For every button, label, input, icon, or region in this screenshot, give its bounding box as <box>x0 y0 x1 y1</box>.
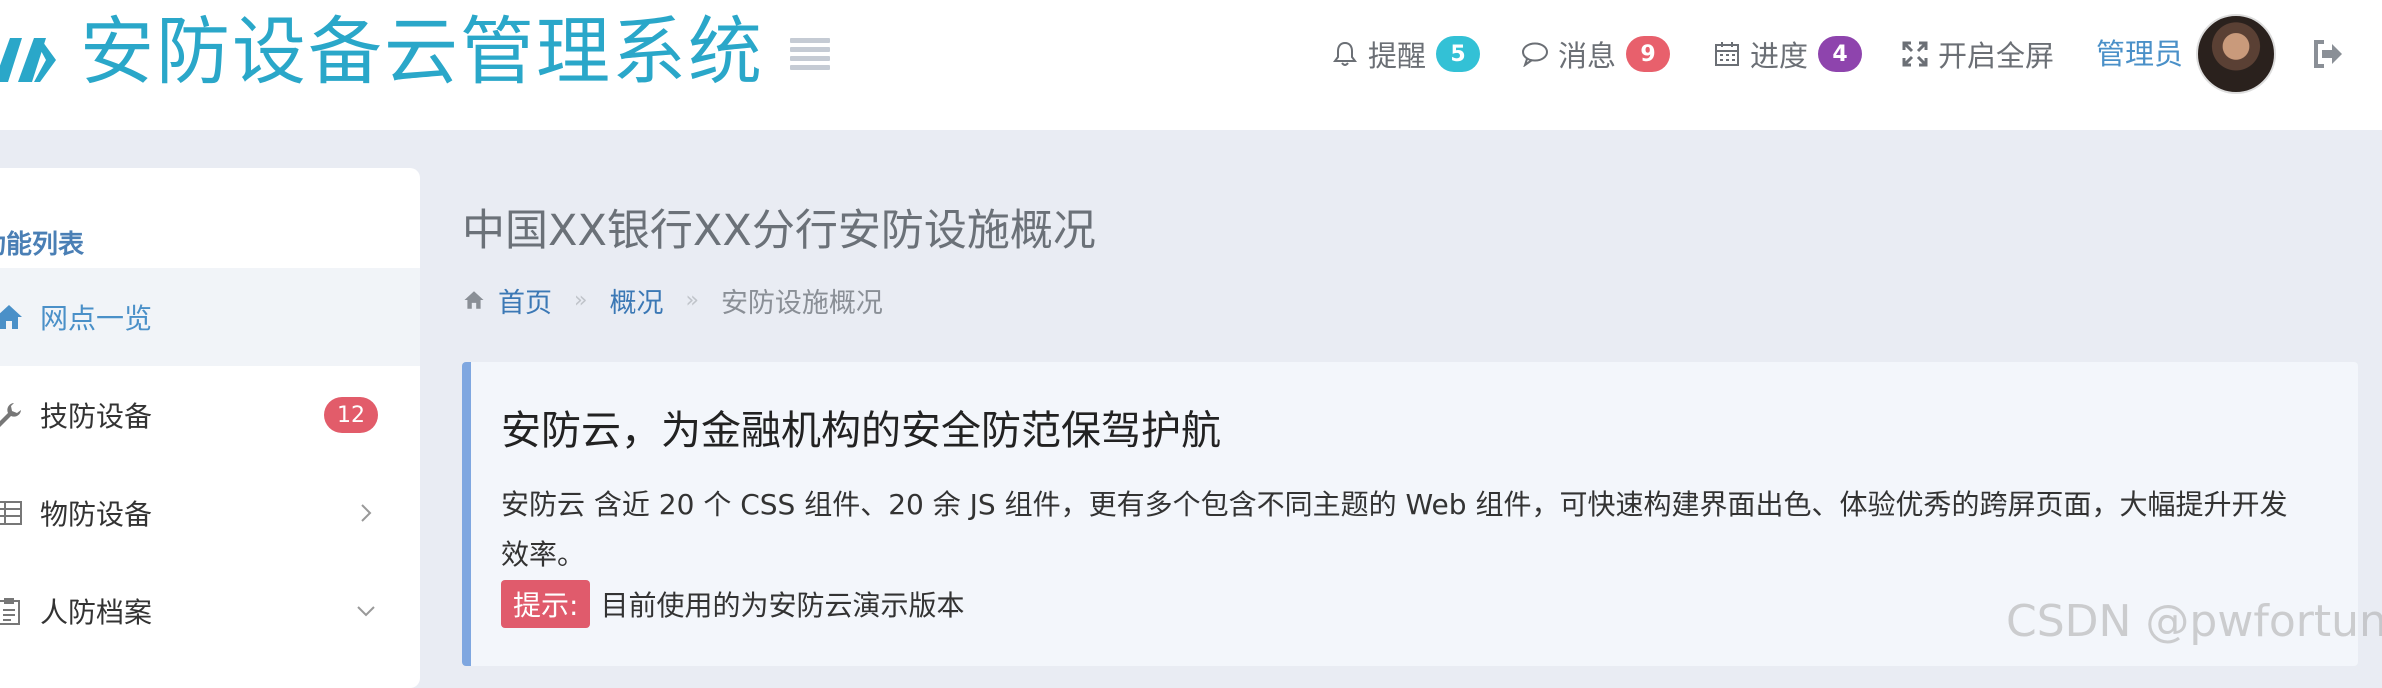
chevron-down-icon <box>357 606 375 617</box>
nav-messages-label: 消息 <box>1558 39 1617 73</box>
breadcrumb: 首页 » 概况 » 安防设施概况 <box>462 280 883 320</box>
comment-icon <box>1520 39 1550 69</box>
logout-icon[interactable] <box>2312 38 2344 70</box>
nav-progress[interactable]: 进度 4 <box>1712 30 1863 78</box>
wrench-icon <box>0 403 21 427</box>
app-title: 安防设备云管理系统 <box>80 9 764 95</box>
nav-fullscreen-label: 开启全屏 <box>1938 39 2055 73</box>
menu-toggle-icon[interactable] <box>790 38 830 70</box>
nav-fullscreen[interactable]: 开启全屏 <box>1900 30 2054 78</box>
sidebar-item-outlets[interactable]: 网点一览 <box>0 268 420 366</box>
top-header: 安防设备云管理系统 提醒 5 消息 9 进度 4 开启全屏 管理员 <box>0 0 2382 130</box>
breadcrumb-home[interactable]: 首页 <box>498 281 552 320</box>
progress-badge: 4 <box>1818 36 1863 72</box>
tech-equipment-count-badge: 12 <box>324 397 378 433</box>
sidebar-item-tech-equipment[interactable]: 技防设备 12 <box>0 366 420 464</box>
calendar-icon <box>1712 39 1742 69</box>
sidebar-item-label: 技防设备 <box>40 400 153 433</box>
home-icon <box>0 305 22 329</box>
sidebar-item-label: 物防设备 <box>40 498 153 531</box>
sidebar-item-label: 人防档案 <box>40 596 153 629</box>
sidebar-item-personnel-records[interactable]: 人防档案 <box>0 562 420 660</box>
nav-messages[interactable]: 消息 9 <box>1520 30 1671 78</box>
tip-label: 提示: <box>501 580 591 628</box>
sidebar-title: 功能列表 <box>0 230 85 260</box>
watermark: CSDN @pwfortune <box>2006 596 2382 647</box>
tip-text: 目前使用的为安防云演示版本 <box>600 589 965 622</box>
chevron-right-icon <box>361 504 372 522</box>
home-icon <box>464 291 484 309</box>
expand-icon <box>1900 39 1930 69</box>
sidebar-item-label: 网点一览 <box>40 302 153 335</box>
nav-alerts-label: 提醒 <box>1368 39 1427 73</box>
sidebar: 功能列表 网点一览 技防设备 12 物防设备 人防档案 <box>0 168 420 688</box>
admin-name-link[interactable]: 管理员 <box>2096 30 2183 78</box>
callout-text: 安防云 含近 20 个 CSS 组件、20 余 JS 组件，更有多个包含不同主题… <box>501 488 2288 571</box>
logo-icon <box>0 38 56 82</box>
page-title: 中国XX银行XX分行安防设施概况 <box>462 206 1096 256</box>
nav-progress-label: 进度 <box>1750 39 1809 73</box>
callout-title: 安防云，为金融机构的安全防范保驾护航 <box>501 408 1221 454</box>
breadcrumb-current: 安防设施概况 <box>720 287 883 319</box>
clipboard-icon <box>0 598 20 625</box>
messages-badge: 9 <box>1626 36 1671 72</box>
avatar[interactable] <box>2196 14 2276 94</box>
breadcrumb-overview[interactable]: 概况 <box>609 281 663 320</box>
breadcrumb-separator: » <box>574 287 588 313</box>
nav-alerts[interactable]: 提醒 5 <box>1330 30 1481 78</box>
breadcrumb-separator: » <box>685 287 699 313</box>
grid-icon <box>0 501 22 525</box>
tip-row: 提示: 目前使用的为安防云演示版本 <box>501 580 964 628</box>
sidebar-item-physical-equipment[interactable]: 物防设备 <box>0 464 420 562</box>
alerts-badge: 5 <box>1436 36 1481 72</box>
bell-icon <box>1330 39 1360 69</box>
